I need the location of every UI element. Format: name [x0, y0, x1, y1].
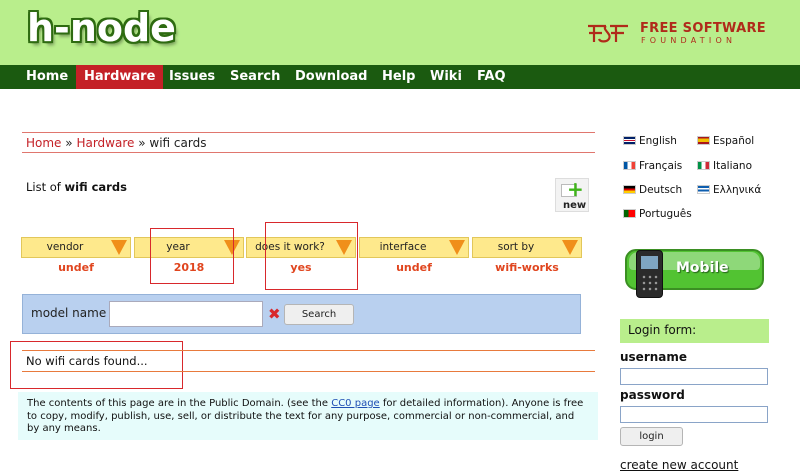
breadcrumb-separator: »	[138, 136, 146, 150]
filter-sort-by[interactable]: sort by	[472, 237, 582, 258]
plus-icon: +	[567, 177, 584, 201]
cc0-link[interactable]: CC0 page	[331, 398, 379, 409]
model-name-label: model name	[31, 306, 107, 320]
username-field[interactable]	[620, 368, 768, 385]
breadcrumb-hardware[interactable]: Hardware	[76, 136, 134, 150]
lang-french-label: Français	[639, 160, 683, 172]
flag-portugal-icon	[623, 209, 636, 218]
mobile-label: Mobile	[676, 260, 729, 276]
password-label: password	[620, 388, 685, 402]
filter-does-it-work[interactable]: does it work?	[246, 237, 356, 258]
filter-sort-by-value: wifi-works	[495, 261, 559, 274]
results-bottom-rule	[22, 371, 595, 372]
filter-vendor-label: vendor	[46, 241, 84, 253]
new-device-label: new	[563, 200, 587, 211]
nav-home[interactable]: Home	[18, 65, 76, 89]
list-heading: List of wifi cards	[26, 180, 127, 194]
nav-issues[interactable]: Issues	[161, 65, 223, 89]
lang-italian[interactable]: Italiano	[697, 160, 752, 172]
nav-faq[interactable]: FAQ	[469, 65, 514, 89]
no-results-message: No wifi cards found...	[26, 354, 148, 368]
site-logo[interactable]: h-node	[27, 6, 176, 50]
fsf-logo[interactable]: FREE SOFTWARE FOUNDATION	[586, 20, 776, 46]
username-label: username	[620, 350, 688, 364]
lang-greek[interactable]: Ελληνικά	[697, 184, 761, 196]
filter-sort-by-label: sort by	[497, 241, 535, 253]
lang-portuguese-label: Português	[639, 208, 692, 220]
filter-does-it-work-label: does it work?	[255, 241, 325, 253]
main-nav: Home Hardware Issues Search Download Hel…	[0, 65, 800, 89]
model-search-form: model name ✖ Search	[22, 294, 581, 334]
lang-greek-label: Ελληνικά	[713, 184, 762, 196]
flag-uk-icon	[623, 136, 636, 145]
login-button[interactable]: login	[620, 427, 683, 446]
filter-vendor[interactable]: vendor	[21, 237, 131, 258]
nav-download[interactable]: Download	[287, 65, 375, 89]
phone-screen	[641, 256, 658, 269]
fsf-subtitle: FOUNDATION	[641, 36, 737, 45]
close-icon[interactable]: ✖	[268, 306, 281, 322]
license-text-before: The contents of this page are in the Pub…	[27, 398, 332, 409]
breadcrumb-current: wifi cards	[149, 136, 207, 150]
fsf-title: FREE SOFTWARE	[640, 21, 766, 36]
dropdown-arrow-icon	[449, 240, 465, 255]
nav-wiki[interactable]: Wiki	[422, 65, 470, 89]
breadcrumb-top-rule	[22, 132, 595, 133]
lang-portuguese[interactable]: Português	[623, 208, 692, 220]
list-heading-type: wifi cards	[64, 180, 127, 194]
create-account-link[interactable]: create new account	[620, 458, 738, 472]
nav-hardware[interactable]: Hardware	[76, 65, 164, 89]
license-notice: The contents of this page are in the Pub…	[18, 392, 598, 440]
search-button[interactable]: Search	[284, 304, 354, 325]
fsf-logo-icon	[588, 24, 628, 43]
lang-italian-label: Italiano	[713, 160, 752, 172]
lang-spanish-label: Español	[713, 135, 755, 147]
site-header: h-node FREE SOFTWARE FOUNDATION	[0, 0, 800, 65]
password-field[interactable]	[620, 406, 768, 423]
filter-does-it-work-value: yes	[290, 261, 312, 274]
nav-help[interactable]: Help	[374, 65, 423, 89]
breadcrumb-separator: »	[65, 136, 73, 150]
results-top-rule	[22, 350, 595, 351]
filter-year-label: year	[166, 241, 190, 253]
dropdown-arrow-icon	[562, 240, 578, 255]
filter-year-value: 2018	[173, 261, 205, 274]
model-name-input[interactable]	[109, 301, 263, 327]
dropdown-arrow-icon	[111, 240, 127, 255]
dropdown-arrow-icon	[224, 240, 240, 255]
new-device-button[interactable]: + new	[555, 178, 589, 212]
filter-year[interactable]: year	[134, 237, 244, 258]
lang-english[interactable]: English	[623, 135, 677, 147]
flag-france-icon	[623, 161, 636, 170]
flag-greece-icon	[697, 185, 710, 194]
nav-search[interactable]: Search	[222, 65, 288, 89]
phone-keypad	[641, 274, 658, 292]
lang-french[interactable]: Français	[623, 160, 682, 172]
filter-interface-label: interface	[379, 241, 427, 253]
filter-interface[interactable]: interface	[359, 237, 469, 258]
breadcrumb-home[interactable]: Home	[26, 136, 61, 150]
filter-vendor-value: undef	[58, 261, 94, 274]
flag-germany-icon	[623, 185, 636, 194]
breadcrumb-bottom-rule	[22, 152, 595, 153]
dropdown-arrow-icon	[336, 240, 352, 255]
lang-german[interactable]: Deutsch	[623, 184, 682, 196]
breadcrumb: Home » Hardware » wifi cards	[26, 136, 206, 150]
login-form-heading: Login form:	[620, 319, 769, 343]
filter-interface-value: undef	[396, 261, 432, 274]
flag-spain-icon	[697, 136, 710, 145]
flag-italy-icon	[697, 161, 710, 170]
lang-german-label: Deutsch	[639, 184, 683, 196]
lang-spanish[interactable]: Español	[697, 135, 754, 147]
list-heading-prefix: List of	[26, 180, 61, 194]
lang-english-label: English	[639, 135, 677, 147]
mobile-phone-icon	[636, 250, 663, 298]
